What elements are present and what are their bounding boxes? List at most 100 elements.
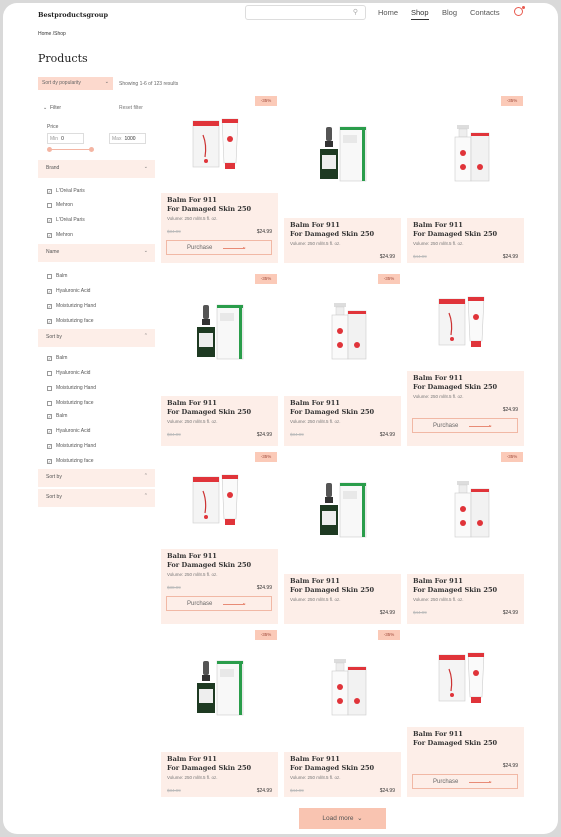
product-title-line1[interactable]: Balm For 911 (290, 577, 340, 585)
product-image[interactable] (407, 93, 524, 218)
product-image[interactable] (407, 271, 524, 371)
price-slider-track[interactable] (49, 149, 91, 150)
sidebar-checkbox-item[interactable]: ✓ L'Oréal Paris (47, 217, 85, 223)
product-title-line1[interactable]: Balm For 911 (290, 399, 340, 407)
sidebar-checkbox-item[interactable]: Moisturizing face (47, 400, 94, 406)
product-title-line2[interactable]: For Damaged Skin 250 (167, 408, 251, 416)
sidebar-checkbox-item[interactable]: ✓ Moisturizing Hand (47, 303, 96, 309)
sidebar-checkbox-item[interactable]: ✓ Hyaluronic Acid (47, 428, 90, 434)
sidebar-checkbox-item[interactable]: ✓ Mehron (47, 232, 73, 238)
sort-select[interactable]: Sort dy popularity ⌄ (38, 77, 113, 90)
product-title-line2[interactable]: For Damaged Skin 250 (290, 408, 374, 416)
reset-filter-button[interactable]: Reset filter (119, 105, 143, 111)
nav-shop[interactable]: Shop (411, 8, 429, 20)
nav-home[interactable]: Home (378, 8, 398, 17)
checkbox-unchecked[interactable] (47, 370, 52, 376)
product-title-line1[interactable]: Balm For 911 (167, 755, 217, 763)
sidebar-checkbox-item[interactable]: ✓ Moisturizing Hand (47, 443, 96, 449)
sidebar-checkbox-item[interactable]: ✓ Hyaluronic Acid (47, 288, 90, 294)
checkbox-checked[interactable]: ✓ (47, 217, 52, 223)
sidebar-checkbox-item[interactable]: Hyaluronic Acid (47, 370, 90, 376)
product-title-line2[interactable]: For Damaged Skin 250 (167, 561, 251, 569)
checkbox-checked[interactable]: ✓ (47, 188, 52, 194)
purchase-button[interactable]: Purchase (166, 240, 272, 255)
nav-contacts[interactable]: Contacts (470, 8, 500, 17)
search-input[interactable]: ⚲ (245, 5, 366, 20)
product-title-line2[interactable]: For Damaged Skin 250 (290, 764, 374, 772)
sidebar-checkbox-item[interactable]: Mehron (47, 202, 73, 208)
sidebar-section-header[interactable]: Brand ⌄ (38, 160, 155, 178)
sidebar-section-header[interactable]: Sort by ⌃ (38, 489, 155, 507)
search-icon[interactable]: ⚲ (353, 8, 358, 16)
sidebar-checkbox-item[interactable]: Balm (47, 273, 67, 279)
purchase-button[interactable]: Purchase (166, 596, 272, 611)
product-image[interactable] (284, 627, 401, 752)
product-card[interactable]: -35% Balm For 911 For Damaged Skin 250 Volu… (407, 449, 524, 624)
price-min-field[interactable]: Min 0 (47, 133, 84, 144)
sidebar-section-header[interactable]: Sort by ⌃ (38, 329, 155, 347)
product-image[interactable] (161, 93, 278, 193)
product-image[interactable] (407, 449, 524, 574)
load-more-button[interactable]: Load more ⌄ (299, 808, 386, 829)
brand-logo[interactable]: Bestproductsgroup (38, 11, 108, 19)
purchase-button[interactable]: Purchase (412, 418, 518, 433)
sidebar-checkbox-item[interactable]: ✓ Moisturizing face (47, 318, 94, 324)
product-title-line1[interactable]: Balm For 911 (413, 577, 463, 585)
checkbox-checked[interactable]: ✓ (47, 232, 52, 238)
product-title-line1[interactable]: Balm For 911 (167, 552, 217, 560)
checkbox-unchecked[interactable] (47, 202, 52, 208)
product-title-line1[interactable]: Balm For 911 (167, 196, 217, 204)
product-title-line1[interactable]: Balm For 911 (167, 399, 217, 407)
price-slider-max-handle[interactable] (89, 147, 94, 152)
filter-toggle[interactable]: ⌄ Filter (43, 105, 61, 111)
product-card[interactable]: Balm For 911 For Damaged Skin 250 Volume: … (284, 93, 401, 263)
product-image[interactable] (161, 271, 278, 396)
breadcrumb[interactable]: Home /Shop (38, 31, 66, 37)
product-title-line1[interactable]: Balm For 911 (413, 221, 463, 229)
product-title-line1[interactable]: Balm For 911 (290, 221, 340, 229)
product-image[interactable] (284, 271, 401, 396)
product-image[interactable] (161, 449, 278, 549)
price-slider-min-handle[interactable] (47, 147, 52, 152)
sidebar-checkbox-item[interactable]: ✓ Balm (47, 355, 67, 361)
sidebar-checkbox-item[interactable]: ✓ Moisturizing face (47, 458, 94, 464)
checkbox-checked[interactable]: ✓ (47, 428, 52, 434)
cart-icon[interactable] (514, 6, 525, 16)
product-title-line1[interactable]: Balm For 911 (413, 730, 463, 738)
product-card[interactable]: -35% Balm For 911 For Damaged Skin 250 Volu… (161, 449, 278, 624)
product-title-line2[interactable]: For Damaged Skin 250 (413, 586, 497, 594)
nav-blog[interactable]: Blog (442, 8, 457, 17)
product-card[interactable]: Balm For 911 For Damaged Skin 250 Volume: … (284, 449, 401, 624)
product-card[interactable]: -35% Balm For 911 For Damaged Skin 250 Volu… (284, 271, 401, 446)
checkbox-unchecked[interactable] (47, 273, 52, 279)
product-card[interactable]: Balm For 911 For Damaged Skin 250 $24.99 Pu… (407, 627, 524, 797)
checkbox-checked[interactable]: ✓ (47, 288, 52, 294)
product-image[interactable] (284, 449, 401, 574)
product-title-line2[interactable]: For Damaged Skin 250 (167, 764, 251, 772)
checkbox-checked[interactable]: ✓ (47, 318, 52, 324)
product-card[interactable]: -35% Balm For 911 For Damaged Skin 250 Volu… (161, 93, 278, 263)
product-image[interactable] (284, 93, 401, 218)
product-title-line2[interactable]: For Damaged Skin 250 (413, 383, 497, 391)
product-image[interactable] (407, 627, 524, 727)
product-title-line2[interactable]: For Damaged Skin 250 (413, 739, 497, 747)
checkbox-checked[interactable]: ✓ (47, 458, 52, 464)
checkbox-checked[interactable]: ✓ (47, 443, 52, 449)
sidebar-section-header[interactable]: Name ⌄ (38, 244, 155, 262)
product-card[interactable]: -35% Balm For 911 For Damaged Skin 250 Volu… (161, 271, 278, 446)
product-card[interactable]: -35% Balm For 911 For Damaged Skin 250 Volu… (284, 627, 401, 797)
product-card[interactable]: Balm For 911 For Damaged Skin 250 Volume: … (407, 271, 524, 446)
product-card[interactable]: -35% Balm For 911 For Damaged Skin 250 Volu… (407, 93, 524, 263)
checkbox-unchecked[interactable] (47, 400, 52, 406)
purchase-button[interactable]: Purchase (412, 774, 518, 789)
sidebar-checkbox-item[interactable]: ✓ Balm (47, 413, 67, 419)
checkbox-checked[interactable]: ✓ (47, 413, 52, 419)
product-card[interactable]: -35% Balm For 911 For Damaged Skin 250 Volu… (161, 627, 278, 797)
product-image[interactable] (161, 627, 278, 752)
sidebar-checkbox-item[interactable]: Moisturizing Hand (47, 385, 96, 391)
sidebar-checkbox-item[interactable]: ✓ L'Oréal Paris (47, 188, 85, 194)
checkbox-checked[interactable]: ✓ (47, 303, 52, 309)
product-title-line2[interactable]: For Damaged Skin 250 (167, 205, 251, 213)
product-title-line1[interactable]: Balm For 911 (413, 374, 463, 382)
product-title-line2[interactable]: For Damaged Skin 250 (413, 230, 497, 238)
